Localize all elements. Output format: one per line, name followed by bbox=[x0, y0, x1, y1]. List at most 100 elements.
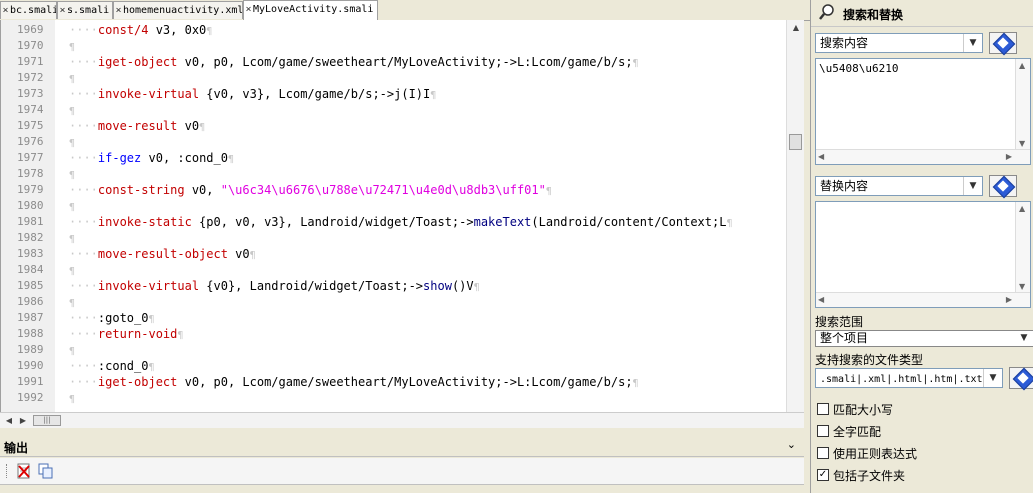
close-icon[interactable]: × bbox=[114, 2, 123, 19]
vertical-scrollbar[interactable]: ▲ bbox=[786, 20, 804, 412]
code-line[interactable]: 1989 ¶ bbox=[1, 342, 787, 358]
close-icon[interactable]: × bbox=[58, 2, 67, 19]
code-line[interactable]: 1978 ¶ bbox=[1, 166, 787, 182]
code-line[interactable]: 1977 ····if-gez v0, :cond_0¶ bbox=[1, 150, 787, 166]
match-case-checkbox[interactable] bbox=[817, 403, 829, 415]
clear-output-icon[interactable] bbox=[16, 463, 32, 479]
code-line[interactable]: 1979 ····const-string v0, "\u6c34\u6676\u… bbox=[1, 182, 787, 198]
code-line[interactable]: 1975 ····move-result v0¶ bbox=[1, 118, 787, 134]
code-token: move-result-object bbox=[97, 247, 228, 261]
code-line[interactable]: 1969 ····const/4 v3, 0x0¶ bbox=[1, 22, 787, 38]
chevron-down-icon[interactable]: ▼ bbox=[963, 177, 982, 195]
replace-input-hscrollbar[interactable]: ◀ ▶ bbox=[816, 292, 1030, 307]
code-line[interactable]: 1980 ¶ bbox=[1, 198, 787, 214]
file-types-button[interactable] bbox=[1009, 367, 1033, 391]
replace-combo-label: 替换内容 bbox=[820, 179, 869, 193]
line-end-mark: ¶ bbox=[69, 138, 76, 149]
search-replace-panel: 搜索和替换 搜索内容 ▼ \u5408\u6210 ▲ ▼ ◀ ▶ 替换内容 ▼… bbox=[810, 0, 1033, 493]
match-case-label: 匹配大小写 bbox=[833, 403, 894, 417]
code-line[interactable]: 1976 ¶ bbox=[1, 134, 787, 150]
file-types-combo[interactable]: .smali|.xml|.html|.htm|.txt ▼ bbox=[815, 368, 1003, 388]
tab-label: homemenuactivity.xml bbox=[123, 5, 243, 16]
search-input-hscrollbar[interactable]: ◀ ▶ bbox=[816, 149, 1030, 164]
line-end-mark: ¶ bbox=[69, 106, 76, 117]
search-combo-label: 搜索内容 bbox=[820, 36, 869, 50]
tab-myloveactivity-smali[interactable]: ×MyLoveActivity.smali bbox=[243, 0, 378, 21]
code-token: ()V bbox=[451, 279, 474, 293]
replace-button[interactable] bbox=[989, 175, 1017, 199]
replace-input[interactable]: ▲ ▼ ◀ ▶ bbox=[815, 201, 1031, 308]
code-line[interactable]: 1986 ¶ bbox=[1, 294, 787, 310]
chevron-down-icon[interactable]: ▼ bbox=[1015, 331, 1033, 346]
copy-output-icon[interactable] bbox=[38, 463, 54, 479]
line-end-mark: ¶ bbox=[69, 42, 76, 53]
code-line[interactable]: 1992 ¶ bbox=[1, 390, 787, 406]
search-scope-select[interactable]: 整个项目 ▼ bbox=[815, 330, 1033, 347]
code-text: ¶ bbox=[69, 390, 75, 408]
search-input-text: \u5408\u6210 bbox=[819, 62, 899, 75]
chevron-down-icon[interactable]: ▼ bbox=[963, 34, 982, 52]
collapse-icon[interactable]: ⌄ bbox=[787, 438, 796, 451]
code-line[interactable]: 1981 ····invoke-static {p0, v0, v3}, Land… bbox=[1, 214, 787, 230]
replace-content-combo[interactable]: 替换内容 ▼ bbox=[815, 176, 983, 196]
search-button[interactable] bbox=[989, 32, 1017, 56]
panel-title: 搜索和替换 bbox=[843, 8, 904, 22]
code-line[interactable]: 1974 ¶ bbox=[1, 102, 787, 118]
tab-label: MyLoveActivity.smali bbox=[253, 4, 374, 15]
include-subfolders-checkbox[interactable]: ✓ bbox=[817, 469, 829, 481]
line-number: 1973 bbox=[17, 87, 44, 100]
code-line[interactable]: 1987 ····:goto_0¶ bbox=[1, 310, 787, 326]
code-editor[interactable]: 1969 ····const/4 v3, 0x0¶ 1970 ¶ 1971 ····ige… bbox=[0, 20, 804, 412]
toolbar-grip-icon[interactable] bbox=[6, 464, 9, 478]
code-line[interactable]: 1990 ····:cond_0¶ bbox=[1, 358, 787, 374]
line-end-mark: ¶ bbox=[199, 122, 206, 133]
line-number: 1982 bbox=[17, 231, 44, 244]
tab-homemenuactivity-xml[interactable]: ×homemenuactivity.xml bbox=[113, 1, 243, 19]
scroll-right-icon[interactable]: ▶ bbox=[16, 414, 30, 427]
line-end-mark: ¶ bbox=[148, 314, 155, 325]
code-line[interactable]: 1971 ····iget-object v0, p0, Lcom/game/sw… bbox=[1, 54, 787, 70]
line-end-mark: ¶ bbox=[177, 330, 184, 341]
chevron-down-icon[interactable]: ▼ bbox=[983, 369, 1002, 387]
code-token: move-result bbox=[97, 119, 178, 133]
code-token: invoke-virtual bbox=[97, 87, 200, 101]
horizontal-scroll-thumb[interactable]: ||| bbox=[33, 415, 61, 426]
code-token: show bbox=[423, 279, 452, 293]
code-token: iget-object bbox=[97, 375, 178, 389]
code-line[interactable]: 1973 ····invoke-virtual {v0, v3}, Lcom/ga… bbox=[1, 86, 787, 102]
line-end-mark: ¶ bbox=[148, 362, 155, 373]
regex-checkbox[interactable] bbox=[817, 447, 829, 459]
line-number: 1992 bbox=[17, 391, 44, 404]
code-token: :goto_0 bbox=[97, 311, 149, 325]
code-line[interactable]: 1985 ····invoke-virtual {v0}, Landroid/wi… bbox=[1, 278, 787, 294]
whole-word-checkbox[interactable] bbox=[817, 425, 829, 437]
code-token: const-string bbox=[97, 183, 185, 197]
tab-bc-smali[interactable]: ×bc.smali bbox=[0, 1, 57, 19]
search-icon bbox=[819, 4, 834, 20]
close-icon[interactable]: × bbox=[244, 1, 253, 18]
scroll-up-icon[interactable]: ▲ bbox=[789, 21, 803, 34]
search-input[interactable]: \u5408\u6210 ▲ ▼ ◀ ▶ bbox=[815, 58, 1031, 165]
line-number: 1985 bbox=[17, 279, 44, 292]
code-line[interactable]: 1970 ¶ bbox=[1, 38, 787, 54]
code-token: v0 bbox=[227, 247, 250, 261]
code-line[interactable]: 1983 ····move-result-object v0¶ bbox=[1, 246, 787, 262]
tab-s-smali[interactable]: ×s.smali bbox=[57, 1, 113, 19]
scroll-left-icon[interactable]: ◀ bbox=[2, 414, 16, 427]
line-number: 1981 bbox=[17, 215, 44, 228]
horizontal-scrollbar[interactable]: ◀ ▶ ||| bbox=[0, 412, 804, 428]
code-line[interactable]: 1982 ¶ bbox=[1, 230, 787, 246]
code-line[interactable]: 1984 ¶ bbox=[1, 262, 787, 278]
vertical-scroll-thumb[interactable] bbox=[789, 134, 802, 150]
line-end-mark: ¶ bbox=[69, 170, 76, 181]
line-end-mark: ¶ bbox=[227, 154, 234, 165]
line-end-mark: ¶ bbox=[69, 266, 76, 277]
close-icon[interactable]: × bbox=[1, 2, 10, 19]
regex-label: 使用正则表达式 bbox=[833, 447, 918, 461]
code-line[interactable]: 1991 ····iget-object v0, p0, Lcom/game/sw… bbox=[1, 374, 787, 390]
line-end-mark: ¶ bbox=[69, 234, 76, 245]
code-line[interactable]: 1988 ····return-void¶ bbox=[1, 326, 787, 342]
search-content-combo[interactable]: 搜索内容 ▼ bbox=[815, 33, 983, 53]
code-line[interactable]: 1972 ¶ bbox=[1, 70, 787, 86]
line-number: 1980 bbox=[17, 199, 44, 212]
